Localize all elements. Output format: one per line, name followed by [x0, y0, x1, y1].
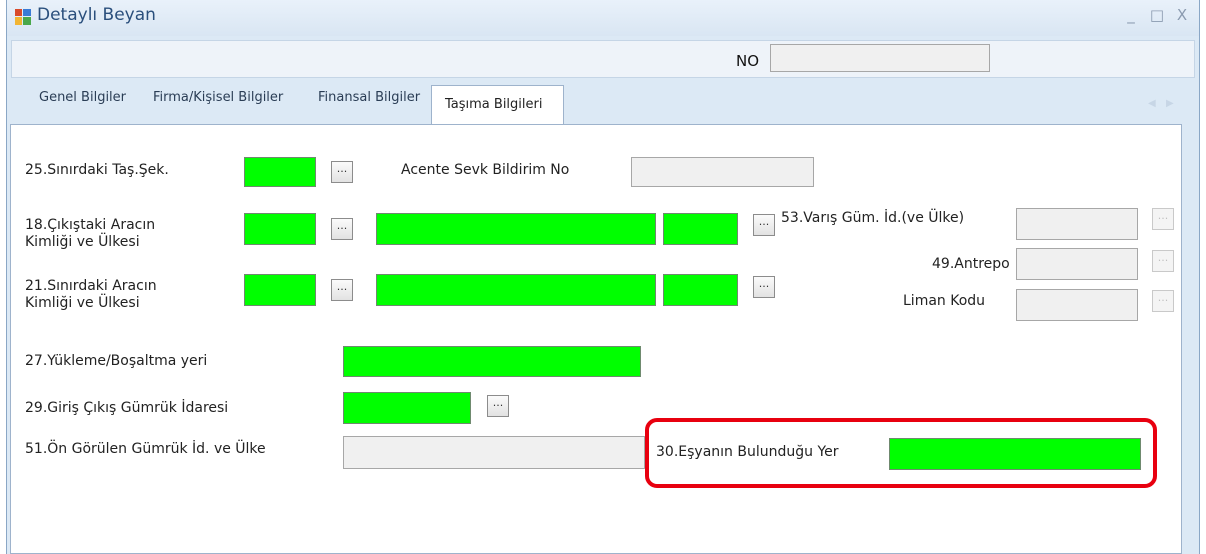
tab-tasima-bilgileri[interactable]: Taşıma Bilgileri — [431, 85, 564, 125]
f18-vehicle-field[interactable] — [376, 213, 656, 245]
f18-country-field[interactable] — [244, 213, 316, 245]
f29-lookup-button[interactable]: ... — [487, 395, 509, 417]
f51-label: 51.Ön Görülen Gümrük İd. ve Ülke — [25, 441, 266, 457]
no-input[interactable] — [770, 44, 990, 72]
f18-extra-field[interactable] — [663, 213, 738, 245]
acente-field[interactable] — [631, 157, 814, 187]
minimize-button[interactable]: _ — [1120, 6, 1142, 24]
f49-lookup-button[interactable]: ... — [1152, 250, 1174, 272]
liman-kodu-label: Liman Kodu — [903, 293, 986, 309]
tab-scroll-right-icon[interactable]: ▶ — [1166, 98, 1174, 109]
title-bar: Detaylı Beyan _ □ X — [7, 0, 1199, 36]
f27-label: 27.Yükleme/Boşaltma yeri — [25, 353, 208, 369]
header-bar — [11, 40, 1195, 78]
tab-genel-bilgiler[interactable]: Genel Bilgiler — [39, 90, 126, 105]
f21-vehicle-field[interactable] — [376, 274, 656, 306]
f21-extra-lookup-button[interactable]: ... — [753, 276, 775, 298]
f21-lookup-button[interactable]: ... — [331, 279, 353, 301]
f21-extra-field[interactable] — [663, 274, 738, 306]
tasima-bilgileri-panel — [10, 124, 1182, 554]
tab-scroll-left-icon[interactable]: ◀ — [1148, 98, 1156, 109]
app-window-icon — [15, 9, 31, 25]
f21-label-line1: 21.Sınırdaki Aracın — [25, 278, 157, 294]
tab-firma-kisisel-bilgiler[interactable]: Firma/Kişisel Bilgiler — [153, 90, 283, 105]
highlight-box — [645, 418, 1157, 488]
f25-lookup-button[interactable]: ... — [331, 161, 353, 183]
window-title: Detaylı Beyan — [37, 5, 156, 25]
f53-lookup-button[interactable]: ... — [1152, 208, 1174, 230]
f18-label-line2: Kimliği ve Ülkesi — [25, 234, 140, 250]
tab-finansal-bilgiler[interactable]: Finansal Bilgiler — [318, 90, 420, 105]
acente-label: Acente Sevk Bildirim No — [401, 162, 570, 178]
tab-tasima-bilgileri-label: Taşıma Bilgileri — [445, 97, 543, 112]
f29-label: 29.Giriş Çıkış Gümrük İdaresi — [25, 400, 229, 416]
f49-field[interactable] — [1016, 248, 1138, 280]
f53-label: 53.Varış Güm. İd.(ve Ülke) — [781, 210, 965, 226]
f25-field[interactable] — [244, 157, 316, 187]
maximize-button[interactable]: □ — [1146, 6, 1168, 24]
close-button[interactable]: X — [1171, 6, 1193, 24]
f21-country-field[interactable] — [244, 274, 316, 306]
f51-field[interactable] — [343, 436, 645, 469]
f27-field[interactable] — [343, 346, 641, 377]
f49-label: 49.Antrepo — [932, 256, 1010, 272]
f18-label-line1: 18.Çıkıştaki Aracın — [25, 217, 156, 233]
f25-label: 25.Sınırdaki Taş.Şek. — [25, 162, 169, 178]
f21-label-line2: Kimliği ve Ülkesi — [25, 295, 140, 311]
no-label: NO — [736, 52, 760, 70]
f18-extra-lookup-button[interactable]: ... — [753, 214, 775, 236]
f29-field[interactable] — [343, 392, 471, 424]
liman-kodu-field[interactable] — [1016, 289, 1138, 321]
f53-field[interactable] — [1016, 208, 1138, 240]
liman-kodu-lookup-button[interactable]: ... — [1152, 290, 1174, 312]
f18-lookup-button[interactable]: ... — [331, 218, 353, 240]
